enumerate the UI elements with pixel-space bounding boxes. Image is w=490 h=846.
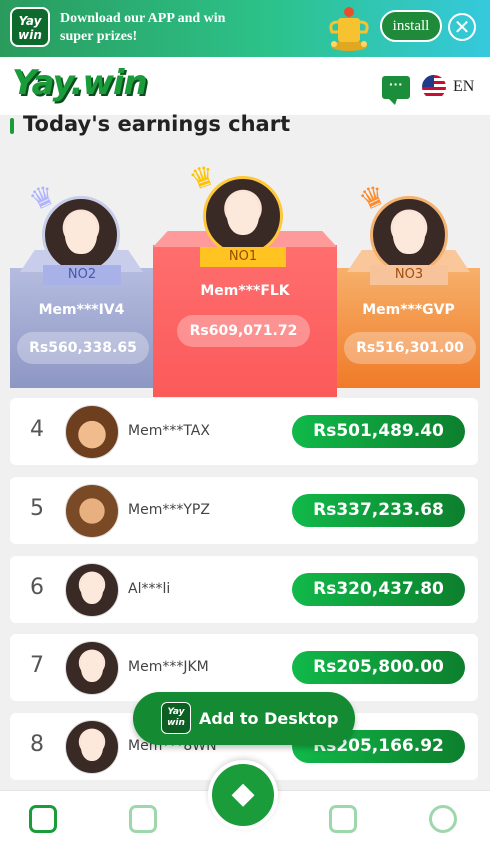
list-item: 5 Mem***YPZ Rs337,233.68 [10,477,478,544]
podium-third: Mem***GVP Rs516,301.00 [337,268,480,388]
member-name: Mem***TAX [128,423,210,439]
member-name: Al***li [128,581,171,597]
chat-icon[interactable]: ··· [382,76,410,105]
close-banner-icon[interactable]: ✕ [448,13,476,41]
wallet-icon [329,805,357,833]
rank-badge-1: NO1 [200,247,286,267]
banner-text: Download our APP and win super prizes! [60,11,226,44]
member-name: Mem***JKM [128,659,209,675]
rank-number: 6 [30,575,44,600]
list-item: 4 Mem***TAX Rs501,489.40 [10,398,478,465]
earnings-amount: Rs320,437.80 [292,573,465,606]
nav-home[interactable] [29,805,59,835]
nav-account[interactable] [429,805,459,835]
trophy-icon [329,7,369,51]
rank-number: 5 [30,496,44,521]
podium-second-name: Mem***IV4 [38,302,125,318]
language-selector[interactable]: EN [453,78,474,96]
home-icon [29,805,57,833]
podium-first: Mem***FLK Rs609,071.72 [153,245,337,397]
app-header: Yay.win ··· EN [0,57,490,115]
podium-third-amount: Rs516,301.00 [344,332,476,364]
diamond-icon: ◆ [231,777,255,810]
site-logo[interactable]: Yay.win [12,63,148,103]
member-name: Mem***YPZ [128,502,210,518]
app-logo-icon: Yay win [161,702,191,734]
activity-icon [129,805,157,833]
podium-second: Mem***IV4 Rs560,338.65 [10,268,153,388]
podium-first-name: Mem***FLK [200,283,290,299]
rank-badge-2: NO2 [43,265,121,285]
list-item: 7 Mem***JKM Rs205,800.00 [10,634,478,701]
avatar [65,405,119,459]
promotion-button[interactable]: ◆ [208,760,278,830]
podium-second-amount: Rs560,338.65 [17,332,149,364]
rank-number: 4 [30,417,44,442]
account-icon [429,805,457,833]
avatar [65,641,119,695]
earnings-amount: Rs205,800.00 [292,651,465,684]
app-logo-icon: Yay win [10,7,50,47]
rank-number: 8 [30,732,44,757]
avatar [65,720,119,774]
nav-activity[interactable] [129,805,159,835]
install-button[interactable]: install [380,10,442,42]
podium-third-name: Mem***GVP [362,302,455,318]
add-to-desktop-label: Add to Desktop [199,709,339,728]
avatar [65,484,119,538]
avatar [65,563,119,617]
us-flag-icon[interactable] [422,75,446,99]
nav-wallet[interactable] [329,805,359,835]
add-to-desktop-button[interactable]: Yay win Add to Desktop [133,692,355,745]
section-title: Today's earnings chart [10,112,290,136]
earnings-amount: Rs501,489.40 [292,415,465,448]
list-item: 6 Al***li Rs320,437.80 [10,556,478,623]
podium-first-amount: Rs609,071.72 [177,315,310,347]
earnings-amount: Rs337,233.68 [292,494,465,527]
rank-number: 7 [30,653,44,678]
rank-badge-3: NO3 [370,265,448,285]
promo-banner: Yay win Download our APP and win super pr… [0,0,490,57]
